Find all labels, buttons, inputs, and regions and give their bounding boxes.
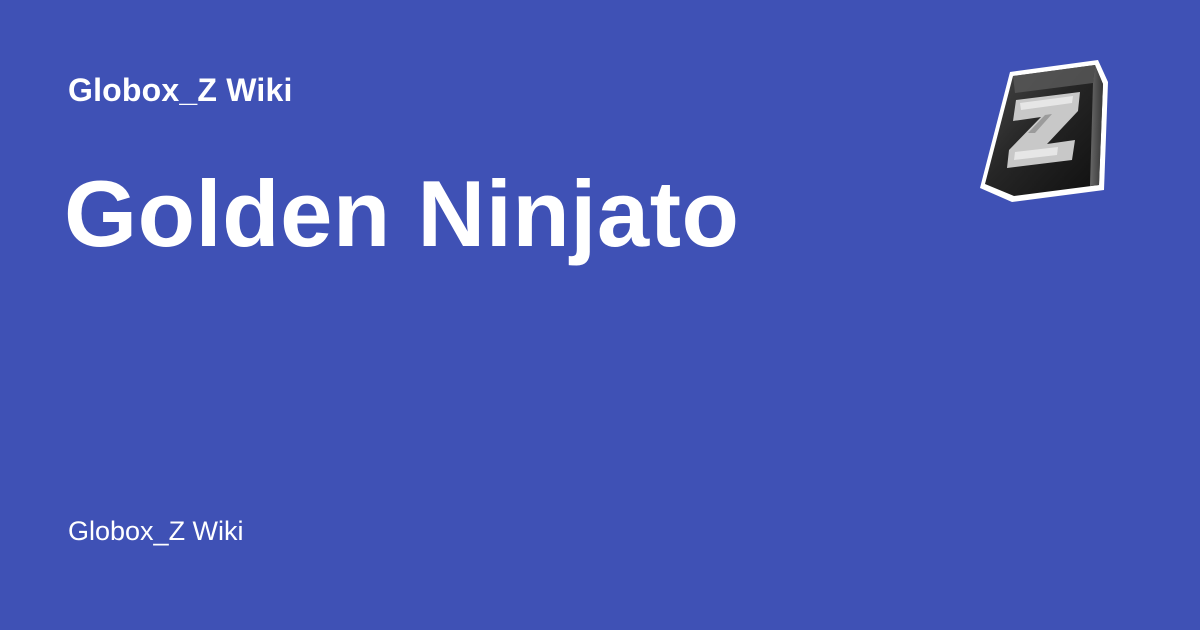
og-card: Globox_Z Wiki Golden Ninjato Globox_Z Wi… (0, 0, 1200, 630)
site-name: Globox_Z Wiki (68, 72, 293, 108)
footer-site-name: Globox_Z Wiki (68, 516, 244, 546)
z-block-logo-icon (972, 56, 1114, 208)
page-title: Golden Ninjato (64, 161, 740, 266)
